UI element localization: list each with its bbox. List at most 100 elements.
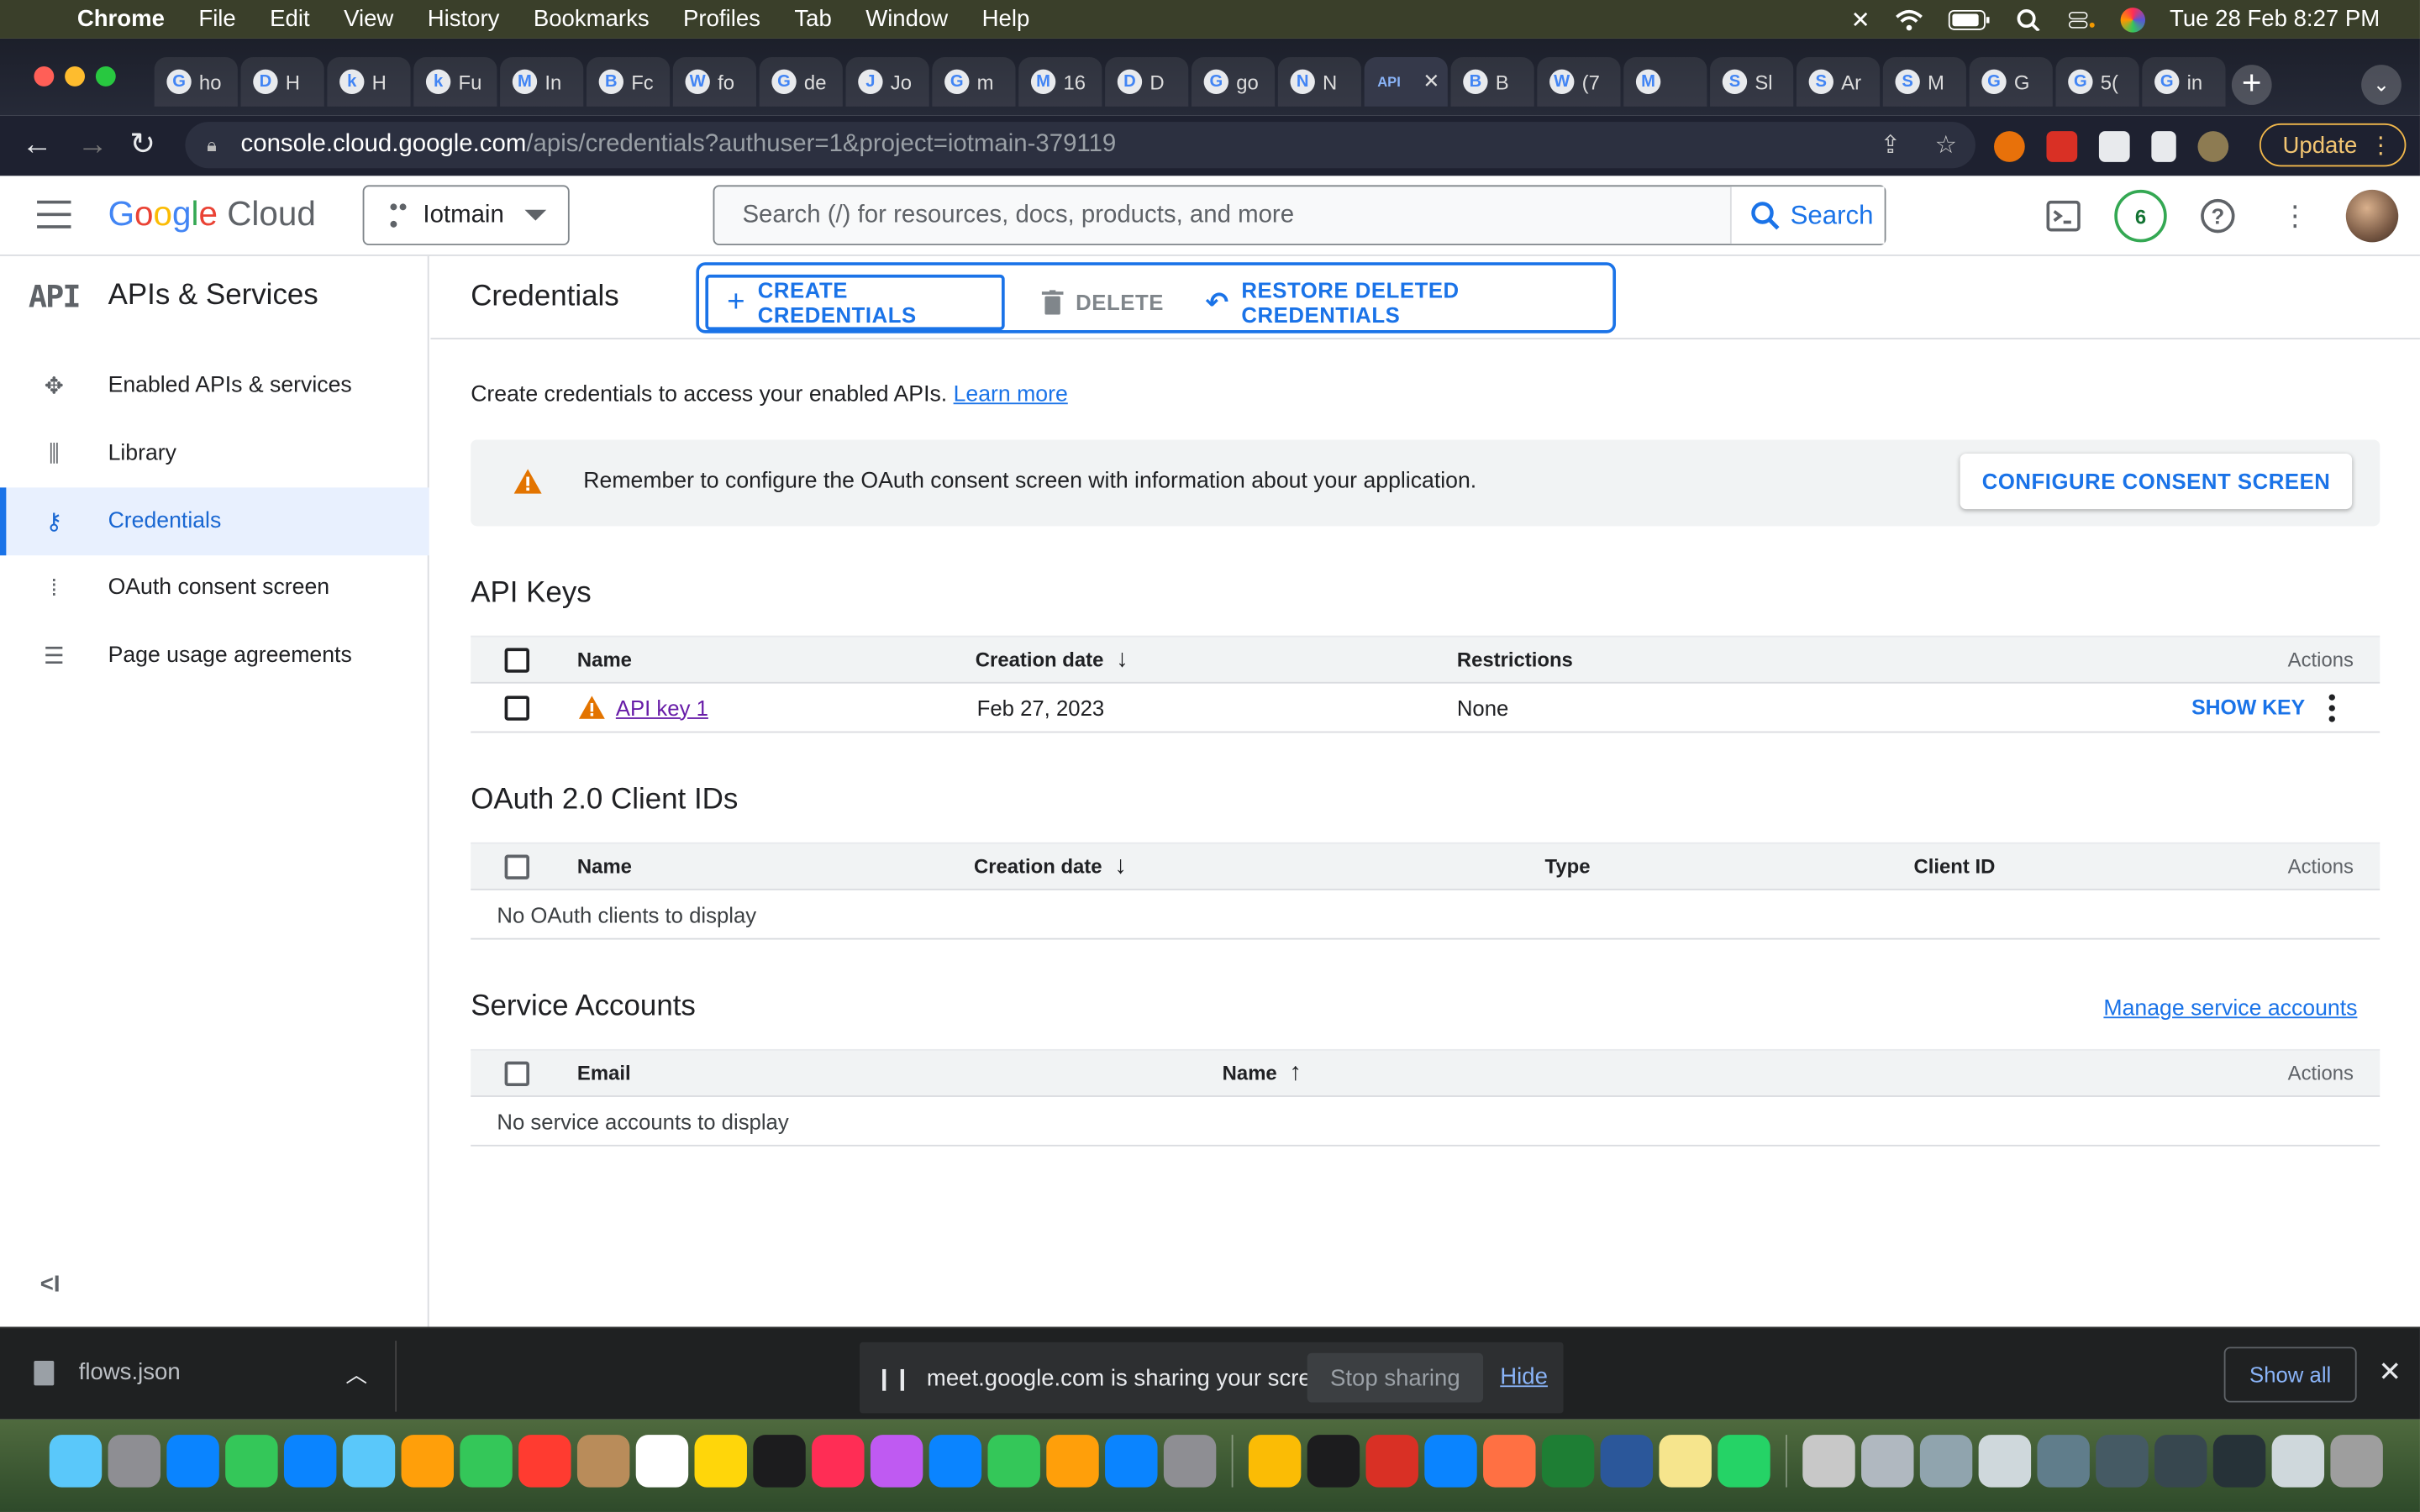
dock-app-icon[interactable]	[1861, 1435, 1914, 1488]
menu-history[interactable]: History	[428, 6, 500, 32]
dock-app-icon[interactable]	[1919, 1435, 1973, 1488]
learn-more-link[interactable]: Learn more	[954, 383, 1068, 407]
show-key-button[interactable]: SHOW KEY	[2191, 684, 2305, 732]
dock-app-icon[interactable]	[1541, 1435, 1595, 1488]
siri-icon[interactable]	[2120, 7, 2145, 32]
share-icon[interactable]: ⇪	[1881, 129, 1902, 160]
close-icon[interactable]: ✕	[2378, 1356, 2402, 1389]
dock-app-icon[interactable]	[401, 1435, 454, 1488]
minimize-window-button[interactable]	[65, 66, 86, 87]
search-button[interactable]: Search	[1729, 186, 1885, 244]
menu-window[interactable]: Window	[865, 6, 948, 32]
dock-app-icon[interactable]	[2037, 1435, 2090, 1488]
browser-tab[interactable]: M In	[500, 56, 584, 107]
browser-tab[interactable]: Gm	[932, 56, 1016, 107]
select-all-checkbox[interactable]	[504, 853, 529, 879]
browser-tab[interactable]: J Jo	[845, 56, 929, 107]
browser-tab[interactable]: DH	[240, 56, 324, 107]
back-icon[interactable]: ←	[22, 128, 53, 161]
collapse-sidebar-icon[interactable]: <I	[40, 1271, 60, 1297]
dock-app-icon[interactable]	[753, 1435, 806, 1488]
main-menu-icon[interactable]	[37, 200, 71, 228]
browser-tab[interactable]: M	[1623, 56, 1707, 107]
google-cloud-logo[interactable]: Google Cloud	[108, 194, 316, 234]
dock-app-icon[interactable]	[1659, 1435, 1712, 1488]
api-key-link[interactable]: API key 1	[616, 695, 708, 719]
dock-app-icon[interactable]	[929, 1435, 982, 1488]
more-options-icon[interactable]: ⋮	[2269, 190, 2321, 242]
browser-tab[interactable]: M 16	[1018, 56, 1102, 107]
menu-edit[interactable]: Edit	[270, 6, 309, 32]
dock-app-icon[interactable]	[108, 1435, 161, 1488]
address-bar[interactable]: 🔒︎ console.cloud.google.com/apis/credent…	[185, 122, 1975, 169]
browser-tab[interactable]: NN	[1277, 56, 1361, 107]
extensions-puzzle-icon[interactable]	[2098, 131, 2130, 162]
browser-tab[interactable]: k Fu	[413, 56, 497, 107]
dock-app-icon[interactable]	[283, 1435, 337, 1488]
dock-app-icon[interactable]	[2271, 1435, 2325, 1488]
bookmark-star-icon[interactable]: ☆	[1935, 129, 1957, 160]
menu-bookmarks[interactable]: Bookmarks	[534, 6, 650, 32]
browser-tab[interactable]: SM	[1882, 56, 1966, 107]
browser-tab[interactable]: DD	[1105, 56, 1189, 107]
tab-search-icon[interactable]: ⌄	[2361, 65, 2402, 105]
select-all-checkbox[interactable]	[504, 647, 529, 672]
dock-app-icon[interactable]	[987, 1435, 1040, 1488]
control-center-icon[interactable]	[2068, 8, 2096, 30]
sidebar-item-library[interactable]: ⫼ Library	[0, 420, 429, 488]
menu-clock[interactable]: Tue 28 Feb 8:27 PM	[2170, 6, 2380, 32]
dock-app-icon[interactable]	[576, 1435, 630, 1488]
new-tab-button[interactable]: +	[2231, 64, 2272, 105]
chrome-menu-icon[interactable]: ⋮	[2369, 131, 2392, 159]
menu-profiles[interactable]: Profiles	[683, 6, 760, 32]
col-name[interactable]: Name	[577, 638, 632, 682]
dock-app-icon[interactable]	[2096, 1435, 2149, 1488]
dock-app-icon[interactable]	[1046, 1435, 1099, 1488]
avatar[interactable]	[2345, 189, 2399, 243]
side-panel-icon[interactable]	[2151, 131, 2176, 162]
menu-file[interactable]: File	[198, 6, 235, 32]
sidebar-item-credentials[interactable]: ⚷ Credentials	[0, 487, 429, 556]
sidebar-item-enabled-apis[interactable]: ✥ Enabled APIs & services	[0, 352, 429, 420]
stop-sharing-button[interactable]: Stop sharing	[1307, 1352, 1484, 1403]
zoom-window-button[interactable]	[95, 66, 116, 87]
browser-tab[interactable]: Gde	[759, 56, 843, 107]
close-window-button[interactable]	[34, 66, 55, 87]
help-icon[interactable]: ?	[2191, 190, 2244, 242]
dock-app-icon[interactable]	[1600, 1435, 1654, 1488]
sidebar-item-oauth-consent[interactable]: ⁞ OAuth consent screen	[0, 554, 429, 622]
project-picker[interactable]: ●● ● Iotmain	[362, 185, 570, 246]
browser-tab[interactable]: Gho	[154, 56, 238, 107]
extension-fire-icon[interactable]	[1994, 131, 2025, 162]
menu-tab[interactable]: Tab	[794, 6, 831, 32]
dock-app-icon[interactable]	[694, 1435, 747, 1488]
sidebar-item-page-usage[interactable]: ☰ Page usage agreements	[0, 622, 429, 690]
close-tab-icon[interactable]: ✕	[1423, 70, 1439, 94]
browser-tab[interactable]: G 5(	[2055, 56, 2139, 107]
dock-app-icon[interactable]	[1307, 1435, 1360, 1488]
menu-view[interactable]: View	[344, 6, 393, 32]
configure-consent-screen-button[interactable]: CONFIGURE CONSENT SCREEN	[1960, 453, 2353, 510]
battery-icon[interactable]	[1948, 8, 1991, 30]
dock-app-icon[interactable]	[2154, 1435, 2207, 1488]
row-checkbox[interactable]	[504, 695, 529, 720]
col-creation-date[interactable]: Creation date ↓	[976, 638, 1128, 682]
browser-tab[interactable]: kH	[327, 56, 411, 107]
col-type[interactable]: Type	[1545, 844, 1591, 889]
dock-app-icon[interactable]	[870, 1435, 923, 1488]
dock-app-icon[interactable]	[1483, 1435, 1536, 1488]
bluetooth-icon[interactable]: ✕	[1851, 5, 1870, 33]
download-item[interactable]: flows.json	[34, 1359, 181, 1385]
dock-app-icon[interactable]	[1802, 1435, 1855, 1488]
dock-app-icon[interactable]	[812, 1435, 865, 1488]
select-all-checkbox[interactable]	[504, 1060, 529, 1086]
notifications-badge[interactable]: 6	[2114, 189, 2167, 243]
browser-tab[interactable]: Wfo	[672, 56, 756, 107]
dock-app-icon[interactable]	[49, 1435, 103, 1488]
hide-button[interactable]: Hide	[1500, 1364, 1548, 1390]
browser-tab[interactable]: W (7	[1537, 56, 1621, 107]
delete-button[interactable]: DELETE	[1041, 275, 1164, 330]
manage-service-accounts-link[interactable]: Manage service accounts	[2103, 997, 2357, 1021]
menu-app-name[interactable]: Chrome	[77, 6, 165, 32]
dock-app-icon[interactable]	[635, 1435, 689, 1488]
